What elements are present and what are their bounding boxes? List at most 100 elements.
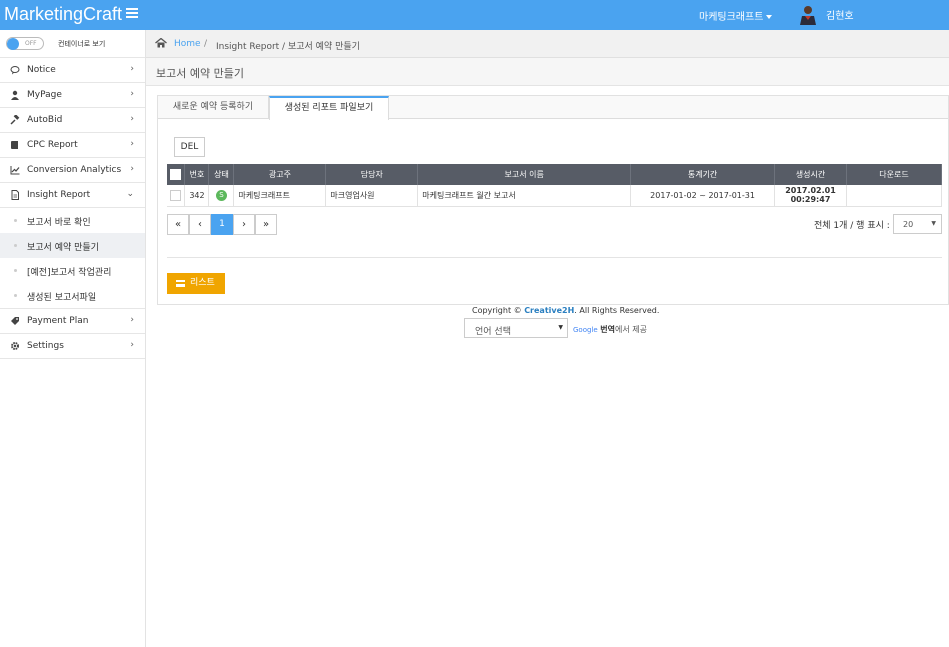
divider [167, 257, 942, 258]
column-header[interactable]: 다운로드 [846, 164, 943, 185]
chevron-down-icon: ⌄ [126, 189, 134, 199]
sidebar-item-label: Insight Report [27, 190, 91, 200]
user-icon [10, 90, 20, 100]
tag-icon [10, 316, 20, 326]
caret-down-icon [766, 15, 773, 19]
chevron-right-icon: › [130, 64, 134, 74]
column-header[interactable]: 생성시간 [774, 164, 847, 185]
toggle-label: 컨테이너로 보기 [58, 40, 106, 48]
row-select-cell[interactable] [167, 185, 186, 207]
chevron-right-icon: › [130, 139, 134, 149]
breadcrumb-path: Insight Report / 보고서 예약 만들기 [216, 42, 360, 52]
column-header[interactable]: 통계기간 [630, 164, 776, 185]
list-icon [176, 280, 185, 287]
company-name: 마케팅크래프트 [699, 12, 764, 23]
cell-period: 2017-01-02 ~ 2017-01-31 [630, 185, 776, 207]
bullet-dot [14, 294, 17, 297]
row-checkbox[interactable] [170, 189, 182, 201]
language-select[interactable]: 언어 선택 ▼ [464, 318, 568, 338]
chevron-right-icon: › [130, 114, 134, 124]
column-header[interactable]: 상태 [208, 164, 235, 185]
sidebar-item-autobid[interactable]: AutoBid › [0, 108, 145, 133]
container-view-toggle[interactable]: OFF [6, 37, 44, 50]
page-prev-button[interactable]: ‹ [189, 214, 211, 235]
list-button[interactable]: 리스트 [167, 273, 225, 294]
rows-per-page-select[interactable]: 20 ▼ [893, 214, 942, 234]
column-header[interactable]: 보고서 이름 [417, 164, 632, 185]
page-first-button[interactable]: « [167, 214, 189, 235]
tab-generated-reports[interactable]: 생성된 리포트 파일보기 [269, 96, 389, 120]
sidebar-item-label: Settings [27, 341, 64, 351]
google-translate-credit[interactable]: Google 번역에서 제공 [573, 324, 647, 335]
submenu-item-label: [예전]보고서 작업관리 [27, 268, 112, 278]
select-all-checkbox[interactable] [170, 169, 182, 180]
file-icon [10, 190, 20, 200]
submenu-item-generated-files[interactable]: 생성된 보고서파일 [0, 283, 145, 308]
cell-manager: 마크영업사원 [325, 185, 419, 207]
page-title: 보고서 예약 만들기 [156, 67, 244, 80]
sidebar-item-insight-report[interactable]: Insight Report ⌄ [0, 183, 145, 208]
page-next-button[interactable]: › [233, 214, 255, 235]
submenu-item-legacy-jobs[interactable]: [예전]보고서 작업관리 [0, 258, 145, 283]
sidebar-item-notice[interactable]: Notice › [0, 58, 145, 83]
copyright-text: Copyright © [472, 306, 522, 315]
page-last-button[interactable]: » [255, 214, 277, 235]
sidebar-item-label: AutoBid [27, 115, 63, 125]
sidebar-item-label: CPC Report [27, 140, 78, 150]
report-table: 번호 상태 광고주 담당자 보고서 이름 통계기간 생성시간 다운로드 342 … [167, 164, 943, 207]
cell-advertiser: 마케팅크래프트 [233, 185, 327, 207]
breadcrumb-home-link[interactable]: Home [174, 39, 201, 49]
cell-report-name: 마케팅크래프트 월간 보고서 [417, 185, 632, 207]
table-header-row: 번호 상태 광고주 담당자 보고서 이름 통계기간 생성시간 다운로드 [167, 164, 943, 185]
table-row: 342 S 마케팅크래프트 마크영업사원 마케팅크래프트 월간 보고서 2017… [167, 185, 943, 207]
list-button-label: 리스트 [190, 278, 215, 288]
tab-new-schedule[interactable]: 새로운 예약 등록하기 [158, 96, 269, 119]
toggle-knob [7, 38, 19, 50]
row-summary: 전체 1개 / 행 표시 : [814, 221, 890, 231]
content-panel: 새로운 예약 등록하기 생성된 리포트 파일보기 DEL 번호 상태 광고주 담… [157, 95, 949, 305]
column-header[interactable]: 담당자 [325, 164, 419, 185]
company-dropdown[interactable]: 마케팅크래프트 [699, 8, 773, 23]
language-select-value: 언어 선택 [475, 327, 511, 337]
sidebar-item-mypage[interactable]: MyPage › [0, 83, 145, 108]
sidebar: OFF 컨테이너로 보기 Notice › MyPage › AutoBid ›… [0, 30, 146, 647]
breadcrumb-separator: / [204, 39, 208, 49]
google-logo: Google [573, 326, 598, 334]
cell-created-time: 2017.02.01 00:29:47 [774, 185, 847, 207]
delete-button[interactable]: DEL [174, 137, 205, 157]
rows-per-page-value: 20 [903, 220, 914, 229]
select-caret-icon: ▼ [931, 220, 936, 227]
page-title-bar: 보고서 예약 만들기 [146, 58, 949, 86]
user-name[interactable]: 김현호 [826, 7, 854, 22]
gear-icon [10, 341, 20, 351]
translate-link: 번역 [600, 325, 615, 334]
book-icon [10, 140, 20, 150]
column-header[interactable]: 광고주 [233, 164, 327, 185]
submenu-item-label: 생성된 보고서파일 [27, 293, 97, 303]
sidebar-item-label: Conversion Analytics [27, 165, 122, 175]
brand-logo[interactable]: MarketingCraft [4, 4, 122, 25]
sidebar-item-cpc-report[interactable]: CPC Report › [0, 133, 145, 158]
sidebar-item-settings[interactable]: Settings › [0, 334, 145, 359]
menu-toggle-icon[interactable] [126, 8, 138, 20]
cell-number: 342 [184, 185, 210, 207]
sidebar-item-payment-plan[interactable]: Payment Plan › [0, 309, 145, 334]
sidebar-item-label: Payment Plan [27, 316, 89, 326]
select-caret-icon: ▼ [558, 324, 563, 331]
status-badge: S [215, 189, 227, 201]
sidebar-item-conversion-analytics[interactable]: Conversion Analytics › [0, 158, 145, 183]
cell-download[interactable] [846, 185, 943, 207]
column-header[interactable]: 번호 [184, 164, 210, 185]
sidebar-item-label: MyPage [27, 90, 62, 100]
page-current-button[interactable]: 1 [211, 214, 233, 235]
chevron-right-icon: › [130, 164, 134, 174]
sidebar-item-label: Notice [27, 65, 56, 75]
submenu-item-report-quick-view[interactable]: 보고서 바로 확인 [0, 208, 145, 233]
company-link[interactable]: Creative2H [524, 306, 574, 315]
rights-text: . All Rights Reserved. [574, 306, 660, 315]
select-all-header[interactable] [167, 164, 186, 185]
top-bar: MarketingCraft 마케팅크래프트 김현호 [0, 0, 949, 30]
toggle-state: OFF [25, 40, 37, 47]
submenu-item-report-schedule[interactable]: 보고서 예약 만들기 [0, 233, 145, 258]
avatar[interactable] [798, 4, 818, 26]
